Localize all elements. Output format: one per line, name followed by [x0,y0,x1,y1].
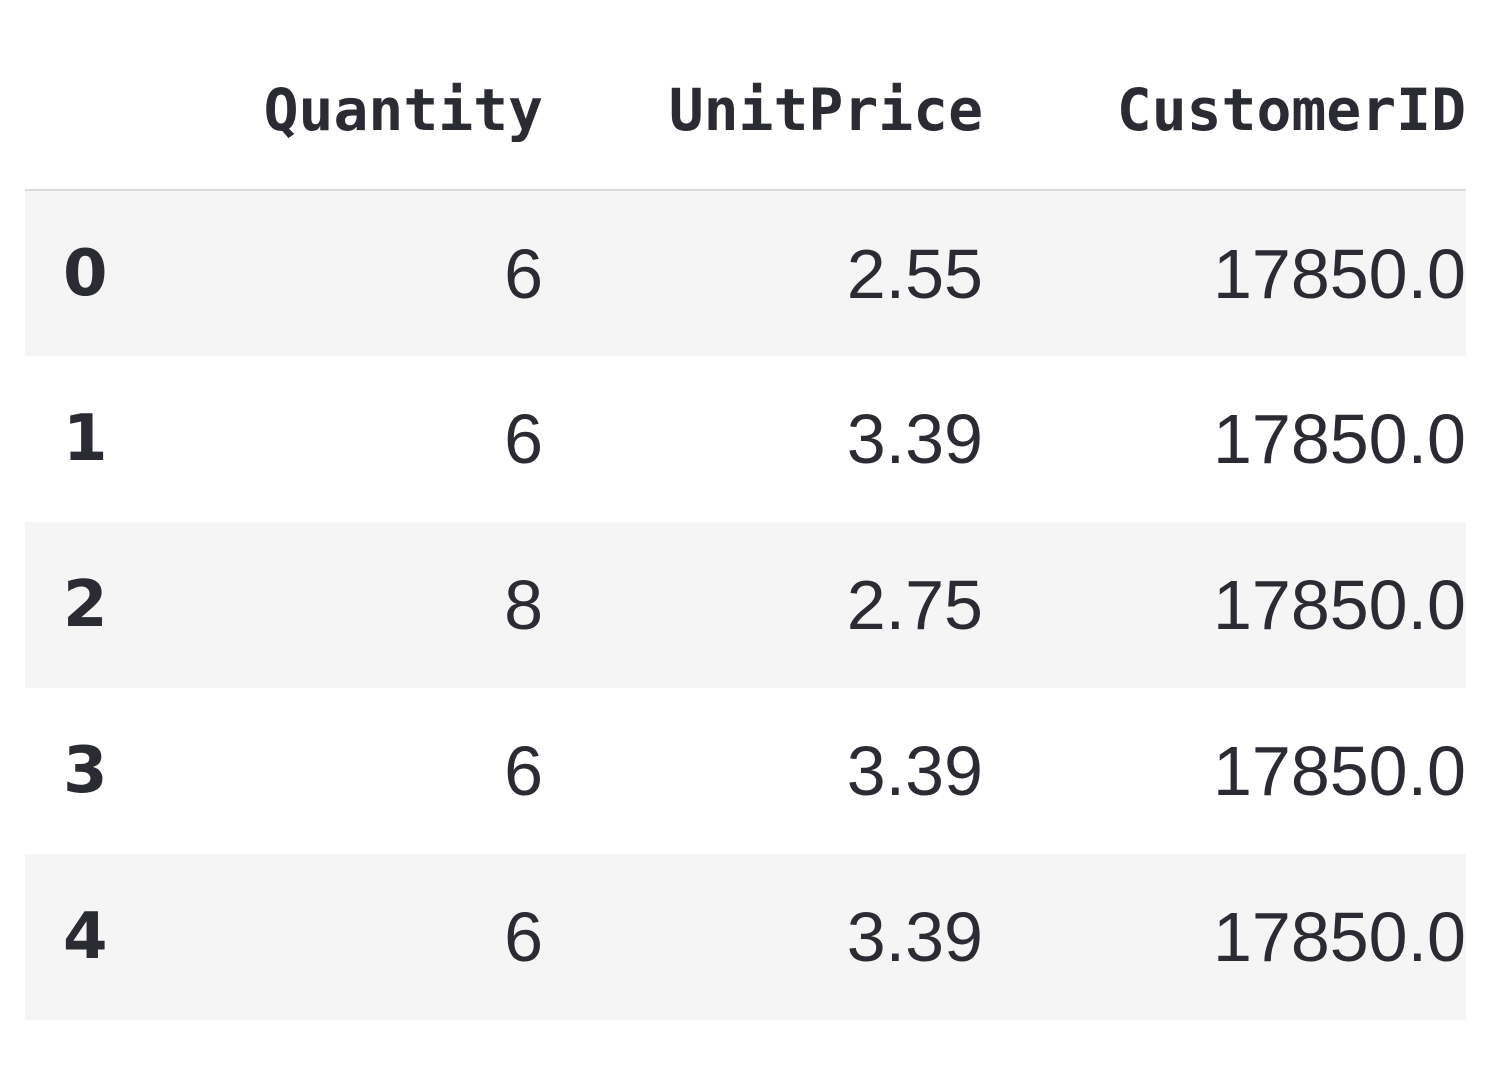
row-index: 3 [63,734,108,808]
table-row: 4 6 3.39 17850.0 [25,854,1466,1020]
table-row: 2 8 2.75 17850.0 [25,522,1466,688]
cell-customerid: 17850.0 [1212,234,1466,313]
cell-customerid: 17850.0 [1212,732,1466,810]
row-index: 0 [63,236,108,311]
cell-quantity: 6 [504,400,543,478]
column-header-unitprice: UnitPrice [668,75,983,144]
cell-unitprice: 3.39 [846,732,983,810]
cell-quantity: 6 [504,234,543,313]
cell-quantity: 6 [504,732,543,810]
table-body: 0 6 2.55 17850.0 1 6 3.39 17850.0 2 8 2.… [25,190,1466,1020]
cell-unitprice: 3.39 [846,400,983,478]
header-row: Quantity UnitPrice CustomerID [25,30,1466,190]
cell-customerid: 17850.0 [1212,400,1466,478]
cell-unitprice: 2.75 [846,566,983,644]
dataframe-table: Quantity UnitPrice CustomerID 0 6 2.55 1… [25,30,1466,1020]
cell-customerid: 17850.0 [1212,898,1466,976]
index-header [25,30,175,190]
row-index: 1 [63,402,108,476]
row-index: 2 [63,568,108,642]
cell-quantity: 6 [504,898,543,976]
cell-quantity: 8 [504,566,543,644]
cell-unitprice: 3.39 [846,898,983,976]
column-header-customerid: CustomerID [1116,75,1466,144]
cell-customerid: 17850.0 [1212,566,1466,644]
table-row: 3 6 3.39 17850.0 [25,688,1466,854]
dataframe-output: Quantity UnitPrice CustomerID 0 6 2.55 1… [25,30,1466,1020]
table-row: 1 6 3.39 17850.0 [25,356,1466,522]
row-index: 4 [63,900,108,974]
table-row: 0 6 2.55 17850.0 [25,190,1466,356]
table-header: Quantity UnitPrice CustomerID [25,30,1466,190]
cell-unitprice: 2.55 [846,234,983,313]
column-header-quantity: Quantity [263,75,543,144]
